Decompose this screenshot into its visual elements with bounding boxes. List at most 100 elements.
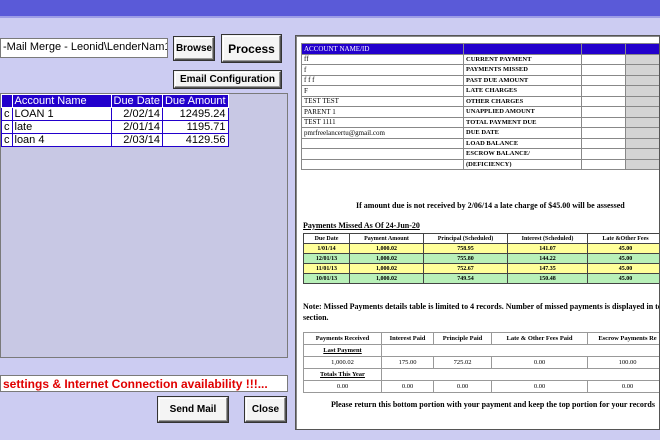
missed-cell: 144.22 (507, 253, 588, 264)
document-path-input[interactable]: -Mail Merge - Leonid\LenderNam1.doc (0, 38, 168, 58)
missed-header-payment-amount: Payment Amount (349, 233, 424, 244)
grid-cell-due-amount[interactable]: 12495.24 (161, 107, 229, 121)
account-field-extra (625, 148, 659, 160)
return-instructions: Please return this bottom portion with y… (331, 400, 655, 409)
close-button[interactable]: Close (245, 397, 286, 422)
pay-blank (492, 369, 588, 381)
grid-header-account-name[interactable]: Account Name (11, 94, 112, 108)
account-row: (DEFICIENCY) (301, 158, 659, 170)
status-message: settings & Internet Connection availabil… (0, 375, 288, 392)
account-field-value (581, 116, 626, 128)
grid-cell-due-date[interactable]: 2/01/14 (110, 120, 163, 134)
pay-subheader-row: Totals This Year (303, 368, 660, 381)
account-row: f PAYMENTS MISSED (301, 64, 659, 76)
missed-payments-title: Payments Missed As Of 24-Jun-20 (303, 221, 420, 230)
last-payment-cell: 100.00 (587, 356, 659, 369)
missed-cell: 12/01/13 (303, 253, 350, 264)
account-row: ff CURRENT PAYMENT (301, 53, 659, 65)
accounts-grid-panel[interactable]: Account Name Due Date Due Amount c LOAN … (0, 93, 288, 358)
account-field-value (581, 53, 626, 65)
missed-header-fees: Late &Other Fees (587, 233, 659, 244)
account-row: ESCROW BALANCE/ (301, 148, 659, 160)
grid-header-due-amount[interactable]: Due Amount (161, 94, 229, 108)
missed-cell: 1,000.02 (349, 273, 424, 284)
missed-cell: 749.54 (423, 273, 508, 284)
account-field-label: LATE CHARGES (463, 85, 582, 97)
pay-blank (382, 369, 434, 381)
table-row[interactable]: c late 2/01/14 1195.71 (1, 120, 229, 134)
pay-blank (434, 369, 492, 381)
pay-blank (434, 345, 492, 357)
missed-cell: 10/01/13 (303, 273, 350, 284)
missed-cell: 1,000.02 (349, 243, 424, 254)
missed-cell: 1,000.02 (349, 253, 424, 264)
letter-preview-pane[interactable]: ACCOUNT NAME/ID ff CURRENT PAYMENT f PAYME… (295, 35, 660, 430)
account-field-label: CURRENT PAYMENT (463, 53, 582, 65)
account-header-blank-2 (581, 43, 626, 55)
last-payment-cell: 175.00 (381, 356, 434, 369)
account-field-extra (625, 74, 659, 86)
missed-cell: 147.35 (507, 263, 588, 274)
browse-button[interactable]: Browse (174, 37, 214, 60)
account-left-value: PARENT 1 (301, 106, 464, 118)
grid-cell-account-name[interactable]: late (11, 120, 112, 134)
grid-cell-selector[interactable]: c (1, 133, 13, 147)
table-row: 12/01/13 1,000.02 755.80 144.22 45.00 (303, 253, 659, 264)
account-field-extra (625, 137, 659, 149)
account-field-value (581, 137, 626, 149)
account-field-extra (625, 127, 659, 139)
grid-cell-account-name[interactable]: LOAN 1 (11, 107, 112, 121)
account-field-value (581, 127, 626, 139)
account-left-value: f (301, 64, 464, 76)
grid-cell-due-amount[interactable]: 1195.71 (161, 120, 229, 134)
last-payment-cell: 725.02 (433, 356, 492, 369)
table-row[interactable]: c LOAN 1 2/02/14 12495.24 (1, 107, 229, 121)
missed-cell: 141.07 (507, 243, 588, 254)
pay-subheader-row: Last Payment (303, 344, 660, 357)
account-header-row: ACCOUNT NAME/ID (301, 43, 659, 55)
send-mail-button[interactable]: Send Mail (158, 397, 228, 422)
account-row: pmrfreelancertu@gmail.com DUE DATE (301, 127, 659, 139)
last-payment-cell: 0.00 (491, 356, 588, 369)
missed-payments-note: Note: Missed Payments details table is l… (303, 302, 660, 322)
grid-cell-selector[interactable]: c (1, 120, 13, 134)
missed-cell: 11/01/13 (303, 263, 350, 274)
account-field-extra (625, 64, 659, 76)
grid-header-selector[interactable] (1, 94, 13, 108)
missed-cell: 45.00 (587, 253, 659, 264)
totals-cell: 0.00 (303, 380, 382, 393)
pay-header-row: Payments Received Interest Paid Principl… (303, 332, 659, 345)
totals-cell: 0.00 (491, 380, 588, 393)
grid-cell-selector[interactable]: c (1, 107, 13, 121)
grid-cell-due-amount[interactable]: 4129.56 (161, 133, 229, 147)
missed-cell: 150.48 (507, 273, 588, 284)
account-left-value: TEST TEST (301, 95, 464, 107)
table-row[interactable]: c loan 4 2/03/14 4129.56 (1, 133, 229, 147)
account-field-value (581, 74, 626, 86)
email-configuration-button[interactable]: Email Configuration (174, 71, 281, 88)
grid-header-due-date[interactable]: Due Date (110, 94, 163, 108)
account-field-extra (625, 95, 659, 107)
pay-header-interest: Interest Paid (381, 332, 434, 345)
browse-label: Browse (175, 43, 213, 54)
totals-this-year-label: Totals This Year (303, 368, 382, 381)
account-field-value (581, 158, 626, 170)
last-payment-cell: 1,000.02 (303, 356, 382, 369)
missed-cell: 45.00 (587, 243, 659, 254)
missed-header-principal: Principal (Scheduled) (423, 233, 508, 244)
account-field-extra (625, 85, 659, 97)
late-charge-notice: If amount due is not received by 2/06/14… (356, 201, 625, 210)
account-left-value: pmrfreelancertu@gmail.com (301, 127, 464, 139)
process-button[interactable]: Process (222, 35, 281, 62)
pay-blank (588, 369, 660, 381)
email-configuration-label: Email Configuration (180, 74, 275, 85)
missed-header-due-date: Due Date (303, 233, 350, 244)
account-field-label: (DEFICIENCY) (463, 158, 582, 170)
grid-cell-due-date[interactable]: 2/02/14 (110, 107, 163, 121)
missed-cell: 758.95 (423, 243, 508, 254)
title-bar (0, 0, 660, 16)
grid-cell-account-name[interactable]: loan 4 (11, 133, 112, 147)
account-field-label: LOAD BALANCE (463, 137, 582, 149)
grid-cell-due-date[interactable]: 2/03/14 (110, 133, 163, 147)
missed-header-row: Due Date Payment Amount Principal (Sched… (303, 233, 659, 244)
